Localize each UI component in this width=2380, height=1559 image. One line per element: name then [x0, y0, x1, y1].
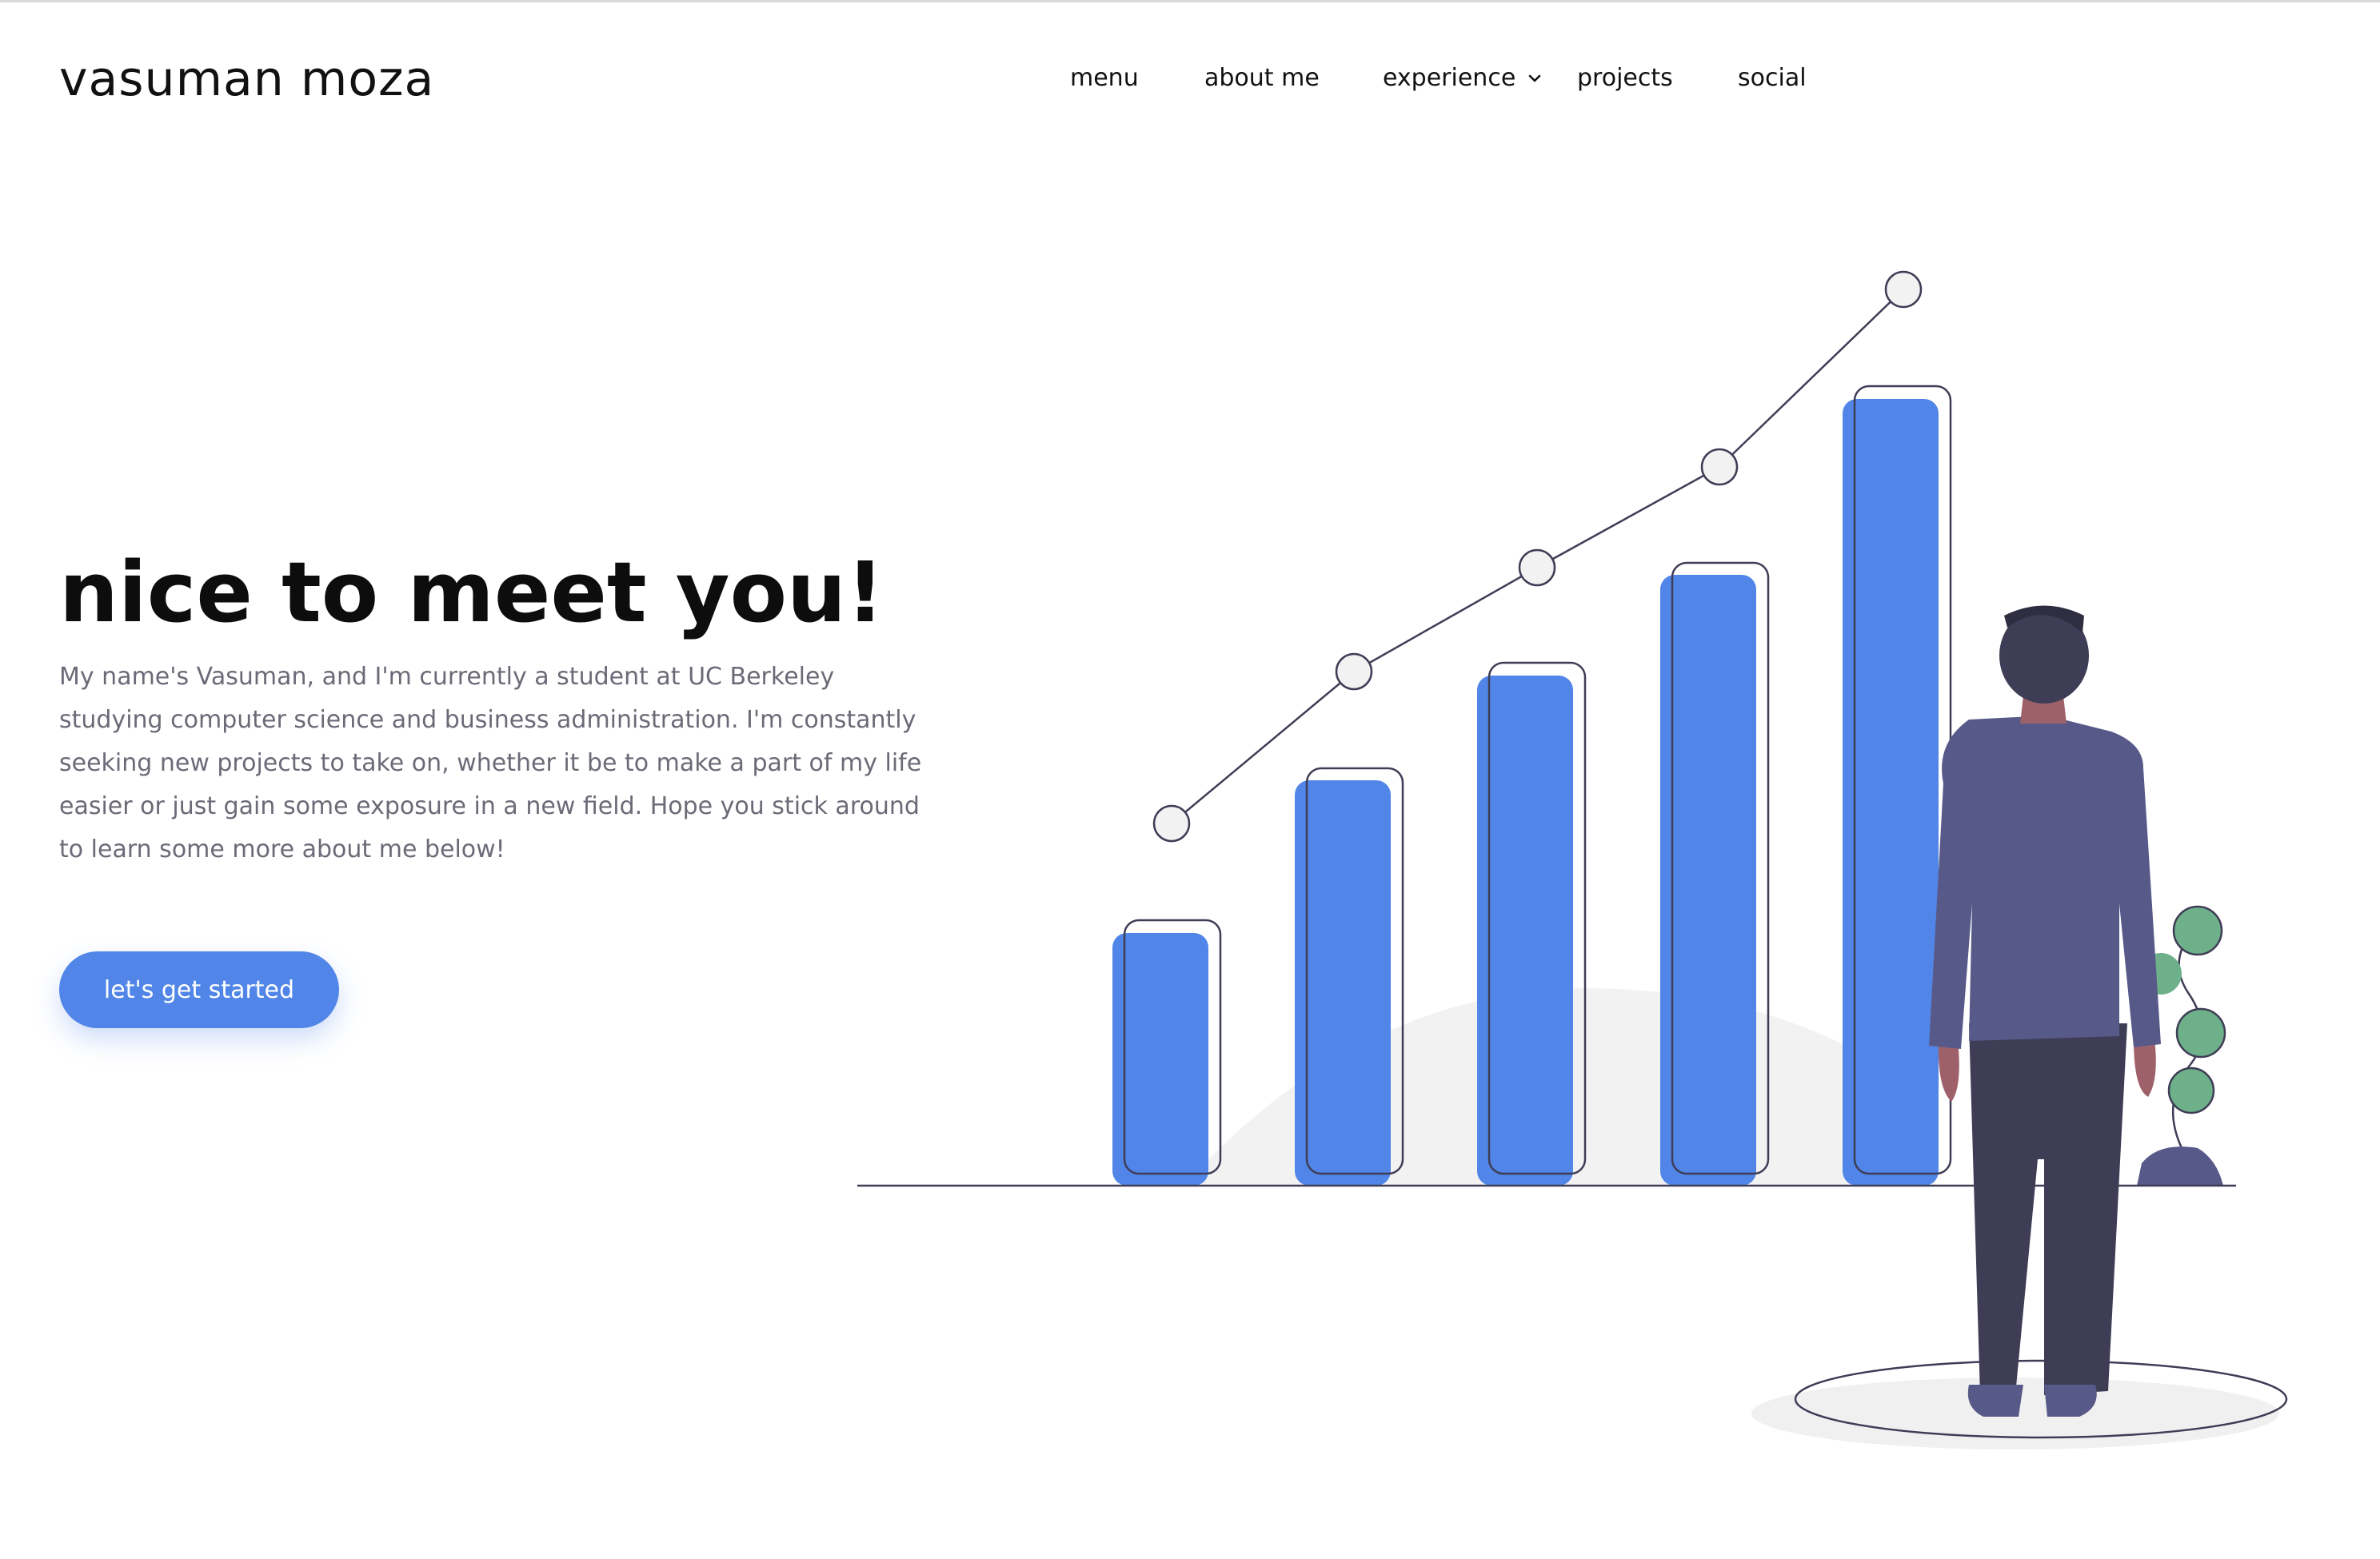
- nav-item-about-me[interactable]: about me: [1204, 64, 1320, 92]
- trend-point: [1152, 804, 1191, 843]
- background-hill: [1184, 988, 1935, 1186]
- nav-item-label: about me: [1204, 64, 1320, 92]
- nav-item-label: menu: [1070, 64, 1139, 92]
- floor-ring: [1794, 1359, 2288, 1439]
- nav-item-social[interactable]: social: [1738, 64, 1807, 92]
- bar-4: [1660, 561, 1770, 1186]
- nav-item-menu[interactable]: menu: [1070, 64, 1139, 92]
- hero-title: nice to meet you!: [59, 544, 885, 641]
- nav-item-label: projects: [1577, 64, 1673, 92]
- bar-2: [1295, 767, 1404, 1186]
- person-illustration: [1929, 605, 2161, 1417]
- bar-3: [1477, 661, 1587, 1186]
- main-nav: menu about me experience projects social: [0, 64, 2380, 104]
- chevron-down-icon: [1528, 74, 1541, 82]
- trend-point: [1518, 548, 1556, 587]
- trend-point: [1884, 270, 1923, 309]
- nav-item-label: experience: [1383, 64, 1516, 92]
- trend-points: [1152, 270, 1923, 843]
- bar-1: [1112, 919, 1222, 1186]
- get-started-button[interactable]: let's get started: [59, 951, 339, 1028]
- trend-point: [1700, 448, 1739, 486]
- bar-5: [1843, 385, 1952, 1186]
- floor-shadow: [1751, 1378, 2279, 1449]
- site-header: vasuman moza menu about me experience pr…: [0, 0, 2380, 168]
- nav-item-projects[interactable]: projects: [1577, 64, 1673, 92]
- trend-point: [1335, 652, 1373, 691]
- trend-line: [1171, 289, 1904, 824]
- nav-item-label: social: [1738, 64, 1807, 92]
- plant-icon: [2137, 905, 2226, 1186]
- nav-item-experience[interactable]: experience: [1383, 64, 1543, 92]
- hero-description: My name's Vasuman, and I'm currently a s…: [59, 663, 922, 863]
